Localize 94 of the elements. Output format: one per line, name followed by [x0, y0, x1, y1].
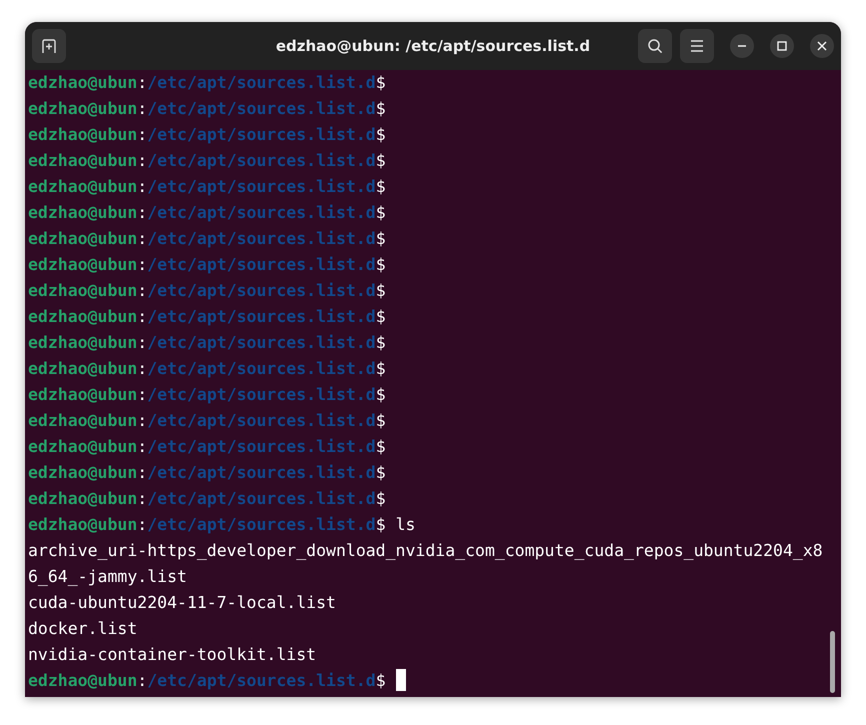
minimize-button[interactable]	[730, 34, 754, 58]
prompt-path: /etc/apt/sources.list.d	[147, 463, 376, 482]
prompt-symbol: $	[376, 177, 386, 196]
maximize-icon	[777, 41, 787, 51]
minimize-icon	[738, 45, 746, 47]
close-icon	[817, 41, 827, 51]
prompt-symbol: $	[376, 515, 386, 534]
prompt-user: edzhao@ubun	[28, 255, 138, 274]
prompt-separator: :	[137, 151, 148, 170]
prompt-path: /etc/apt/sources.list.d	[147, 333, 376, 352]
prompt-symbol: $	[376, 359, 386, 378]
prompt-separator: :	[137, 99, 148, 118]
prompt-path: /etc/apt/sources.list.d	[147, 177, 376, 196]
prompt-path: /etc/apt/sources.list.d	[147, 255, 376, 274]
prompt-separator: :	[137, 203, 148, 222]
prompt-path: /etc/apt/sources.list.d	[147, 307, 376, 326]
prompt-path: /etc/apt/sources.list.d	[147, 489, 376, 508]
close-button[interactable]	[810, 34, 834, 58]
prompt-separator: :	[137, 281, 148, 300]
window-title: edzhao@ubun: /etc/apt/sources.list.d	[276, 37, 590, 55]
new-tab-button[interactable]	[32, 29, 66, 63]
prompt-separator: :	[137, 229, 148, 248]
prompt-separator: :	[137, 125, 148, 144]
prompt-symbol: $	[376, 307, 386, 326]
prompt-symbol: $	[376, 281, 386, 300]
prompt-user: edzhao@ubun	[28, 463, 138, 482]
prompt-user: edzhao@ubun	[28, 489, 138, 508]
prompt-user: edzhao@ubun	[28, 73, 138, 92]
prompt-separator: :	[137, 671, 148, 690]
prompt-path: /etc/apt/sources.list.d	[147, 203, 376, 222]
prompt-separator: :	[137, 437, 148, 456]
prompt-path: /etc/apt/sources.list.d	[147, 99, 376, 118]
menu-button[interactable]	[680, 29, 714, 63]
prompt-separator: :	[137, 385, 148, 404]
prompt-path: /etc/apt/sources.list.d	[147, 671, 376, 690]
prompt-symbol: $	[376, 489, 386, 508]
prompt-symbol: $	[376, 437, 386, 456]
prompt-symbol: $	[376, 255, 386, 274]
prompt-user: edzhao@ubun	[28, 307, 138, 326]
search-button[interactable]	[638, 29, 672, 63]
prompt-user: edzhao@ubun	[28, 177, 138, 196]
prompt-user: edzhao@ubun	[28, 333, 138, 352]
prompt-path: /etc/apt/sources.list.d	[147, 437, 376, 456]
scrollbar[interactable]	[830, 631, 835, 693]
prompt-symbol: $	[376, 333, 386, 352]
prompt-separator: :	[137, 255, 148, 274]
prompt-separator: :	[137, 73, 148, 92]
prompt-symbol: $	[376, 411, 386, 430]
prompt-path: /etc/apt/sources.list.d	[147, 125, 376, 144]
prompt-path: /etc/apt/sources.list.d	[147, 73, 376, 92]
prompt-symbol: $	[376, 151, 386, 170]
prompt-symbol: $	[376, 229, 386, 248]
prompt-user: edzhao@ubun	[28, 385, 138, 404]
prompt-separator: :	[137, 307, 148, 326]
prompt-user: edzhao@ubun	[28, 671, 138, 690]
prompt-user: edzhao@ubun	[28, 99, 138, 118]
prompt-symbol: $	[376, 463, 386, 482]
command-text: ls	[396, 515, 416, 534]
prompt-user: edzhao@ubun	[28, 125, 138, 144]
prompt-separator: :	[137, 333, 148, 352]
prompt-symbol: $	[376, 203, 386, 222]
output-text: nvidia-container-toolkit.list	[28, 645, 316, 664]
prompt-symbol: $	[376, 125, 386, 144]
prompt-path: /etc/apt/sources.list.d	[147, 359, 376, 378]
prompt-symbol: $	[376, 671, 386, 690]
menu-icon	[690, 40, 704, 52]
prompt-user: edzhao@ubun	[28, 203, 138, 222]
prompt-path: /etc/apt/sources.list.d	[147, 281, 376, 300]
prompt-user: edzhao@ubun	[28, 411, 138, 430]
prompt-user: edzhao@ubun	[28, 281, 138, 300]
prompt-symbol: $	[376, 99, 386, 118]
prompt-path: /etc/apt/sources.list.d	[147, 411, 376, 430]
prompt-path: /etc/apt/sources.list.d	[147, 229, 376, 248]
search-icon	[647, 38, 663, 54]
new-tab-icon	[41, 38, 57, 54]
prompt-path: /etc/apt/sources.list.d	[147, 515, 376, 534]
prompt-user: edzhao@ubun	[28, 229, 138, 248]
prompt-separator: :	[137, 515, 148, 534]
output-text: docker.list	[28, 619, 138, 638]
prompt-user: edzhao@ubun	[28, 359, 138, 378]
prompt-symbol: $	[376, 385, 386, 404]
prompt-separator: :	[137, 177, 148, 196]
prompt-separator: :	[137, 463, 148, 482]
prompt-user: edzhao@ubun	[28, 515, 138, 534]
prompt-separator: :	[137, 489, 148, 508]
prompt-symbol: $	[376, 73, 386, 92]
prompt-separator: :	[137, 359, 148, 378]
prompt-path: /etc/apt/sources.list.d	[147, 385, 376, 404]
maximize-button[interactable]	[770, 34, 794, 58]
prompt-user: edzhao@ubun	[28, 437, 138, 456]
prompt-separator: :	[137, 411, 148, 430]
prompt-user: edzhao@ubun	[28, 151, 138, 170]
prompt-path: /etc/apt/sources.list.d	[147, 151, 376, 170]
output-text: cuda-ubuntu2204-11-7-local.list	[28, 593, 336, 612]
